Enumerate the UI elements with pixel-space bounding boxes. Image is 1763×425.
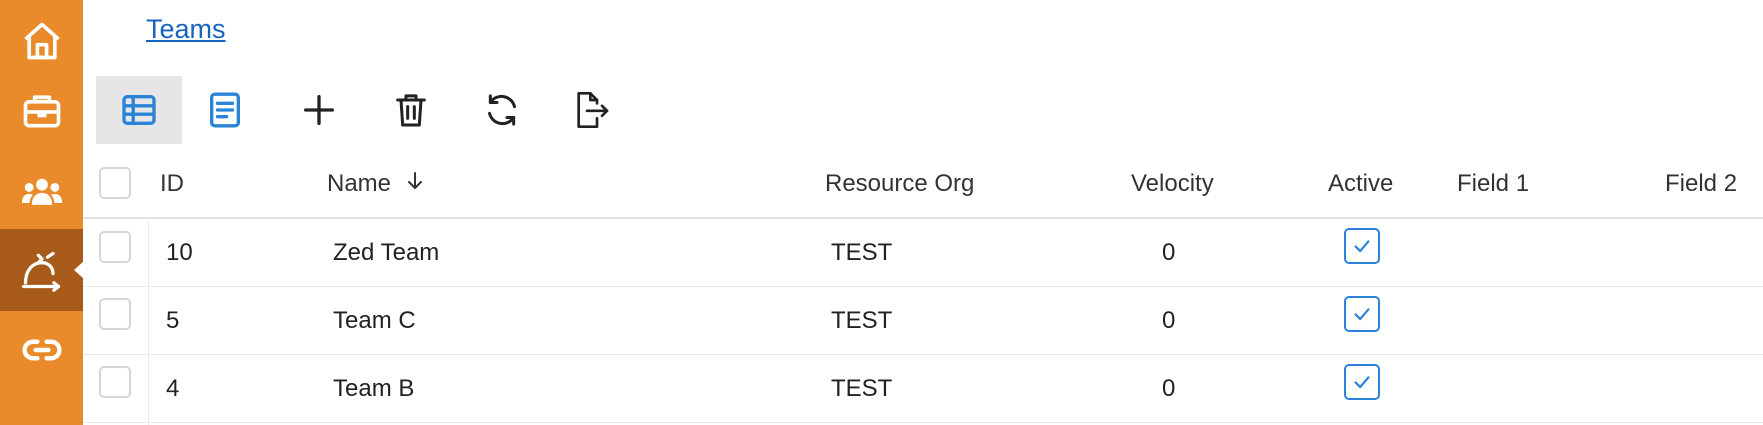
column-header-field2[interactable]: Field 2: [1665, 150, 1737, 217]
table-view-icon: [122, 95, 156, 125]
row-select-checkbox[interactable]: [99, 231, 131, 263]
active-checkbox[interactable]: [1344, 296, 1380, 332]
cell-name: Team C: [333, 307, 416, 334]
teams-table: ID Name Resource Org Velocity Active Fie…: [83, 150, 1763, 425]
sidebar: [0, 0, 84, 425]
cell-velocity: 0: [1162, 375, 1176, 402]
cell-resource-org: TEST: [831, 307, 893, 334]
column-header-name-label: Name: [327, 170, 392, 197]
cell-resource-org: TEST: [831, 375, 893, 402]
breadcrumb-teams[interactable]: Teams: [146, 14, 226, 45]
delete-icon: [396, 94, 426, 127]
row-select-checkbox[interactable]: [99, 298, 131, 330]
add-button[interactable]: [276, 76, 362, 144]
column-header-resource-org[interactable]: Resource Org: [825, 150, 974, 217]
nav-item-links[interactable]: [0, 309, 83, 391]
table-header: ID Name Resource Org Velocity Active Fie…: [83, 150, 1763, 219]
arrow-down-icon: [408, 171, 423, 189]
cell-id: 10: [166, 239, 193, 266]
checkmark-icon: [1354, 308, 1370, 321]
row-select-checkbox[interactable]: [99, 366, 131, 398]
table-row[interactable]: 4 Team B TEST 0: [83, 355, 1763, 423]
table-row[interactable]: 5 Team C TEST 0: [83, 287, 1763, 355]
table-row[interactable]: 10 Zed Team TEST 0: [83, 219, 1763, 287]
briefcase-icon: [23, 95, 60, 128]
column-header-velocity[interactable]: Velocity: [1131, 150, 1214, 217]
column-header-id[interactable]: ID: [160, 150, 184, 217]
nav-item-workflow[interactable]: [0, 229, 84, 311]
refresh-button[interactable]: [459, 76, 545, 144]
workflow-icon: [21, 251, 60, 292]
cell-velocity: 0: [1162, 307, 1176, 334]
checkmark-icon: [1354, 240, 1370, 253]
column-header-name[interactable]: Name: [327, 150, 425, 217]
home-icon: [23, 22, 60, 60]
users-icon: [21, 178, 62, 205]
active-checkbox[interactable]: [1344, 364, 1380, 400]
column-header-active[interactable]: Active: [1328, 150, 1393, 217]
form-view-icon: [210, 92, 240, 128]
link-icon: [21, 339, 62, 361]
checkmark-icon: [1354, 376, 1370, 389]
form-view-button[interactable]: [182, 76, 268, 144]
add-icon: [304, 95, 334, 126]
export-icon: [577, 92, 609, 128]
cell-name: Team B: [333, 375, 415, 402]
nav-item-teams[interactable]: [0, 151, 83, 233]
cell-velocity: 0: [1162, 239, 1176, 266]
delete-button[interactable]: [368, 76, 454, 144]
nav-item-projects[interactable]: [0, 70, 83, 152]
cell-name: Zed Team: [333, 239, 440, 266]
export-button[interactable]: [549, 76, 635, 144]
cell-resource-org: TEST: [831, 239, 893, 266]
refresh-icon: [488, 94, 516, 126]
cell-id: 5: [166, 307, 180, 334]
column-header-field1[interactable]: Field 1: [1457, 150, 1529, 217]
cell-id: 4: [166, 375, 180, 402]
table-view-button[interactable]: [96, 76, 182, 144]
active-checkbox[interactable]: [1344, 228, 1380, 264]
select-all-checkbox[interactable]: [99, 167, 131, 199]
